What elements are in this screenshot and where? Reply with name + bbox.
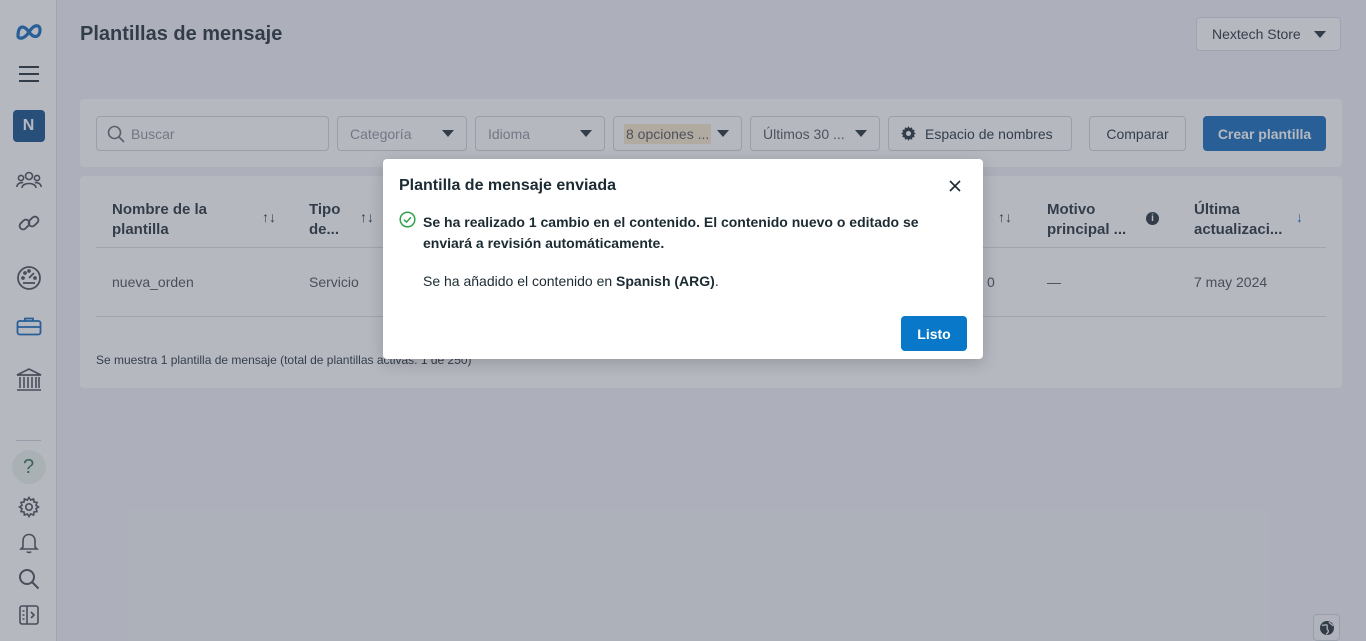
done-button[interactable]: Listo bbox=[901, 316, 967, 351]
dialog-note: Se ha añadido el contenido en Spanish (A… bbox=[423, 273, 719, 289]
close-icon[interactable] bbox=[946, 177, 964, 195]
note-suffix: . bbox=[714, 273, 719, 289]
note-prefix: Se ha añadido el contenido en bbox=[423, 273, 617, 289]
note-language: Spanish (ARG) bbox=[616, 273, 715, 289]
confirmation-dialog: Plantilla de mensaje enviada Se ha reali… bbox=[383, 159, 983, 359]
check-circle-icon bbox=[399, 211, 416, 233]
dialog-message: Se ha realizado 1 cambio en el contenido… bbox=[423, 214, 919, 251]
dialog-title: Plantilla de mensaje enviada bbox=[399, 177, 616, 194]
